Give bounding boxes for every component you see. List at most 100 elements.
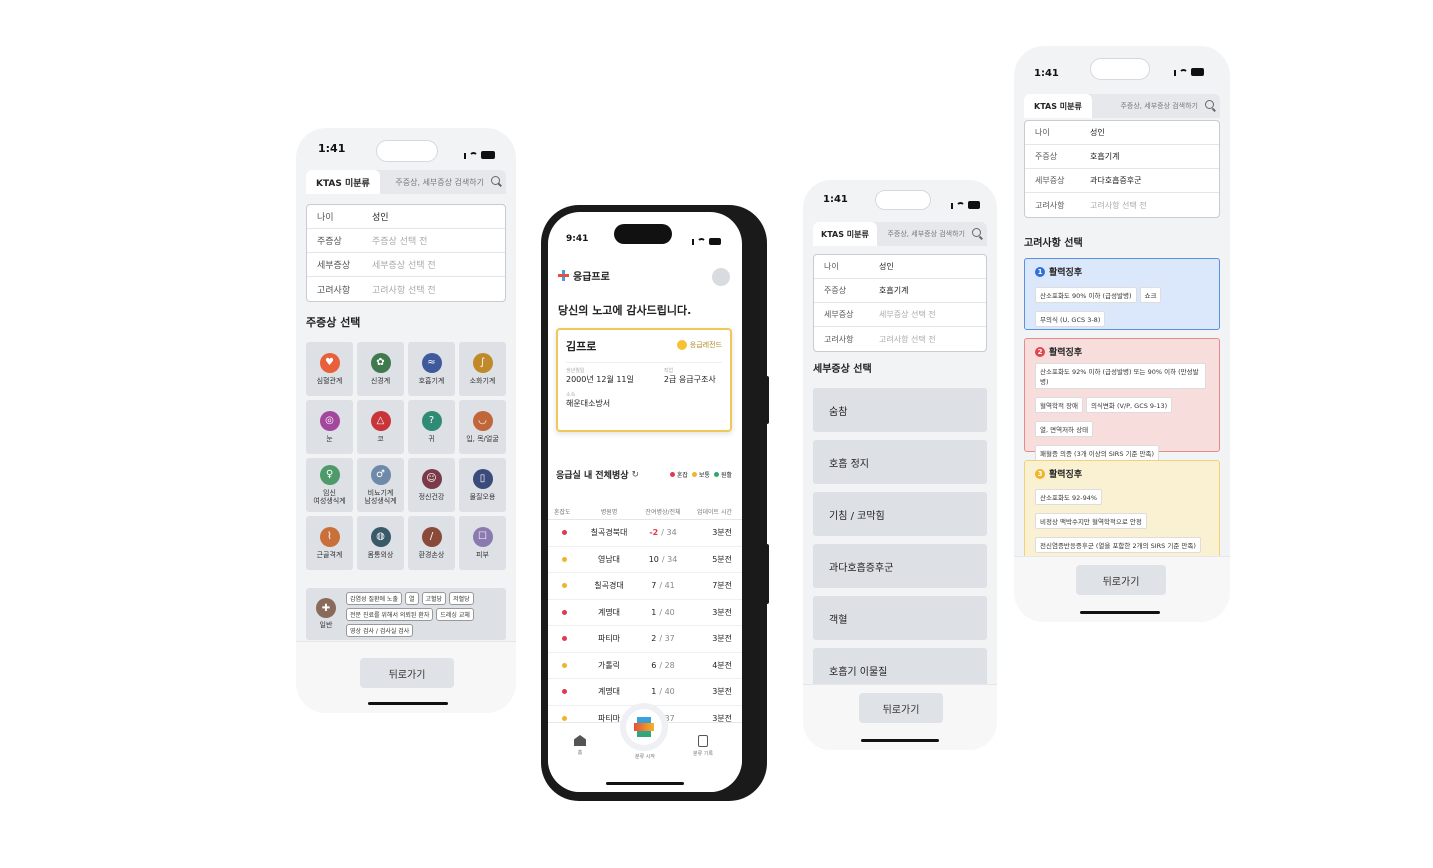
symptom-cell[interactable]: ☺ 정신건강 [408, 458, 455, 512]
summary-box: 나이 성인 주증상 주증상 선택 전 세부증상 세부증상 선택 전 고려사항 고려사항 … [306, 204, 506, 302]
symptom-cell[interactable]: ♂ 비뇨기계 남성생식계 [357, 458, 404, 512]
consideration-chip[interactable]: 산소포화도 92-94% [1035, 489, 1103, 505]
info-value: 성인 [372, 213, 389, 223]
symptom-cell[interactable]: ◍ 몸통외상 [357, 516, 404, 570]
search-icon[interactable] [1205, 100, 1214, 109]
consideration-chip[interactable]: 열, 면역저하 상태 [1035, 421, 1094, 437]
consideration-card[interactable]: 2 활력징후 산소포화도 92% 이하 (급성발병) 또는 90% 이하 (만성발병… [1024, 338, 1220, 461]
symptom-icon: ☺ [421, 468, 442, 489]
detail-symptom-item[interactable]: 호흡 정지 [813, 440, 987, 484]
table-header-cell: 혼잡도 [554, 509, 571, 516]
table-row[interactable]: 칠곡경북대 -2/ 34 3분전 [548, 520, 742, 547]
search-icon[interactable] [491, 175, 500, 185]
symptom-label: 몸통외상 [367, 550, 394, 559]
start-triage-button[interactable] [626, 709, 662, 745]
section-title: 세부증상 선택 [813, 364, 872, 375]
symptom-cell[interactable]: / 환경손상 [408, 516, 455, 570]
birth-label: 생년월일 [566, 368, 585, 374]
congestion-dot [562, 609, 567, 615]
symptom-cell[interactable]: ≈ 호흡기계 [408, 342, 455, 396]
info-value: 호흡기계 [879, 286, 909, 295]
table-row[interactable]: 계명대 1/ 40 3분전 [548, 679, 742, 706]
symptom-chip[interactable]: 영상 검사 / 검사실 검사 [346, 623, 414, 637]
symptom-cell[interactable]: ♀ 임신 여성생식계 [306, 458, 353, 512]
bottom-bar: 뒤로가기 [803, 684, 997, 750]
back-button[interactable]: 뒤로가기 [360, 658, 454, 688]
symptom-icon: ∫ [472, 352, 493, 373]
app-header: 응급프로 [558, 268, 610, 283]
badge-label: 응급레전드 [689, 341, 722, 349]
info-value: 호흡기계 [1090, 152, 1120, 161]
congestion-dot [562, 636, 567, 642]
consideration-chip[interactable]: 산소포화도 92% 이하 (급성발병) 또는 90% 이하 (만성발병) [1035, 363, 1206, 389]
search-input[interactable]: 주증상, 세부증상 검색하기 [1092, 100, 1220, 111]
job-field: 직업 2급 응급구조사 [664, 367, 716, 385]
symptom-cell[interactable]: ◡ 입, 목/얼굴 [459, 400, 506, 454]
info-row-consider: 고려사항 고려사항 선택 전 [1025, 193, 1219, 217]
nav-home[interactable]: 홈 [574, 735, 586, 756]
symptom-cell[interactable]: ♥ 심혈관계 [306, 342, 353, 396]
tab-ktas[interactable]: KTAS 미분류 [813, 222, 877, 246]
legend-dot [669, 472, 675, 477]
info-row-chief: 주증상 호흡기계 [1025, 145, 1219, 169]
general-symptom-row[interactable]: ✚ 일반 감염성 질환에 노출 열 고혈당 저혈당전문 진료를 위해서 의뢰된 환자 드… [306, 588, 506, 640]
symptom-cell[interactable]: ◎ 눈 [306, 400, 353, 454]
info-key: 주증상 [824, 286, 847, 295]
info-value: 주증상 선택 전 [372, 237, 428, 247]
symptom-cell[interactable]: ✿ 신경계 [357, 342, 404, 396]
consideration-card[interactable]: 3 활력징후 산소포화도 92-94% 비정상 맥박수지만 혈역학적으로 안정전신염증… [1024, 460, 1220, 570]
symptom-chip[interactable]: 저혈당 [449, 591, 474, 605]
consideration-chip[interactable]: 전신염증반응증후군 (열을 포함한 2개의 SIRS 기준 만족) [1035, 537, 1201, 553]
symptom-chip[interactable]: 고혈당 [421, 591, 447, 605]
table-row[interactable]: 칠곡경대 7/ 41 7분전 [548, 573, 742, 600]
tab-ktas[interactable]: KTAS 미분류 [1024, 94, 1092, 118]
search-input[interactable]: 주증상, 세부증상 검색하기 [380, 175, 506, 188]
symptom-chip[interactable]: 전문 진료를 위해서 의뢰된 환자 [346, 607, 434, 621]
symptom-chip[interactable]: 감염성 질환에 노출 [346, 591, 402, 605]
symptom-cell[interactable]: ⌇ 근골격계 [306, 516, 353, 570]
detail-symptom-item[interactable]: 과다호흡증후군 [813, 544, 987, 588]
consideration-chip[interactable]: 의식변화 (V/P, GCS 9-13) [1085, 397, 1173, 413]
table-row[interactable]: 파티마 2/ 37 3분전 [548, 626, 742, 653]
symptom-cell[interactable]: △ 코 [357, 400, 404, 454]
consideration-chip[interactable]: 무의식 (U, GCS 3-8) [1035, 311, 1106, 327]
general-cell: ✚ 일반 [316, 598, 336, 630]
symptom-chip[interactable]: 열 [404, 591, 419, 605]
tab-ktas[interactable]: KTAS 미분류 [306, 170, 380, 194]
symptom-chip[interactable]: 드레싱 교체 [436, 607, 474, 621]
avatar[interactable] [712, 268, 730, 286]
back-button[interactable]: 뒤로가기 [1076, 565, 1166, 595]
consideration-chip[interactable]: 쇼크 [1139, 287, 1162, 303]
consideration-chip[interactable]: 패혈증 의증 (3개 이상의 SIRS 기준 만족) [1035, 445, 1160, 461]
symptom-icon: ⌇ [319, 526, 340, 547]
symptom-icon: ♂ [370, 464, 391, 485]
table-row[interactable]: 가톨릭 6/ 28 4분전 [548, 653, 742, 679]
info-row-consider: 고려사항 고려사항 선택 전 [814, 327, 986, 351]
detail-symptom-item[interactable]: 기침 / 코막힘 [813, 492, 987, 536]
detail-symptom-item[interactable]: 객혈 [813, 596, 987, 640]
symptom-cell[interactable]: ∫ 소화기계 [459, 342, 506, 396]
legend-dot [691, 472, 697, 477]
nav-history[interactable]: 분류 기록 [688, 735, 718, 757]
profile-card[interactable]: 김프로 응급레전드 생년월일 2000년 12월 11일 직업 2급 응급구조사… [556, 328, 732, 432]
dynamic-island [1090, 58, 1150, 80]
consideration-chip[interactable]: 혈역학적 장애 [1035, 397, 1083, 413]
search-input[interactable]: 주증상, 세부증상 검색하기 [877, 228, 987, 239]
info-key: 세부증상 [824, 310, 854, 319]
table-row[interactable]: 영남대 10/ 34 5분전 [548, 547, 742, 573]
hospital-name: 파티마 [597, 634, 621, 644]
symptom-cell[interactable]: ? 귀 [408, 400, 455, 454]
consideration-chip[interactable]: 산소포화도 90% 이하 (급성발병) [1035, 287, 1137, 303]
refresh-icon[interactable]: ↻ [632, 470, 640, 480]
table-row[interactable]: 계명대 1/ 40 3분전 [548, 600, 742, 626]
symptom-cell[interactable]: ☐ 피부 [459, 516, 506, 570]
available-beds: 6 [651, 660, 657, 670]
detail-symptom-item[interactable]: 숨참 [813, 388, 987, 432]
back-button[interactable]: 뒤로가기 [859, 693, 943, 723]
consideration-card[interactable]: 1 활력징후 산소포화도 90% 이하 (급성발병) 쇼크무의식 (U, GCS 3-… [1024, 258, 1220, 330]
search-icon[interactable] [972, 228, 981, 237]
consideration-chip[interactable]: 비정상 맥박수지만 혈역학적으로 안정 [1035, 513, 1147, 529]
home-indicator [606, 782, 684, 785]
symptom-cell[interactable]: ▯ 물질오용 [459, 458, 506, 512]
update-time: 4분전 [712, 660, 732, 670]
